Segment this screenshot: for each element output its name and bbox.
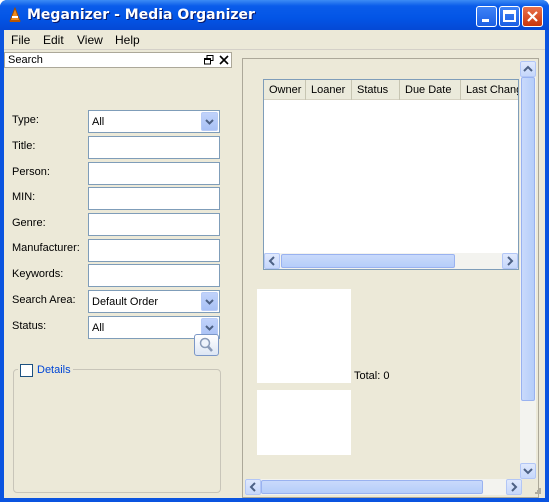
column-status[interactable]: Status [352, 80, 400, 100]
manufacturer-input[interactable] [88, 239, 220, 262]
maximize-button[interactable] [499, 6, 520, 27]
cover-image-front [257, 289, 351, 383]
type-dropdown-button[interactable] [201, 112, 218, 131]
maximize-icon [503, 10, 516, 22]
scroll-left-button[interactable] [264, 253, 280, 269]
details-checkbox[interactable] [20, 363, 33, 377]
chevron-down-icon [205, 119, 214, 125]
chevron-left-icon [268, 256, 275, 266]
details-toggle[interactable]: Details [18, 363, 73, 377]
resize-grip-icon[interactable] [535, 488, 541, 494]
search-area-select[interactable]: Default Order [88, 290, 220, 313]
client-area: File Edit View Help Search Type: All Tit… [4, 30, 545, 498]
person-input[interactable] [88, 162, 220, 185]
vertical-scroll-thumb[interactable] [521, 77, 535, 401]
column-loaner[interactable]: Loaner [306, 80, 352, 100]
magnifier-icon [199, 337, 213, 352]
table-horizontal-scrollbar[interactable] [264, 253, 518, 269]
chevron-up-icon [523, 65, 533, 72]
window-title: Meganizer - Media Organizer [27, 7, 255, 23]
scroll-up-button[interactable] [520, 61, 536, 77]
total-count: Total: 0 [354, 370, 390, 382]
results-panel: Owner Loaner Status Due Date Last Change [242, 58, 539, 498]
chevron-right-icon [511, 482, 518, 492]
search-area-dropdown-button[interactable] [201, 292, 218, 311]
genre-input[interactable] [88, 213, 220, 236]
chevron-down-icon [205, 299, 214, 305]
menu-help[interactable]: Help [115, 33, 140, 47]
table-scroll-thumb[interactable] [281, 254, 455, 268]
column-last-change[interactable]: Last Change [461, 80, 518, 100]
horizontal-scroll-thumb[interactable] [261, 480, 483, 494]
person-label: Person: [12, 166, 50, 178]
title-label: Title: [12, 140, 36, 152]
close-icon [527, 11, 538, 22]
details-label: Details [37, 364, 71, 376]
close-button[interactable] [522, 6, 543, 27]
genre-label: Genre: [12, 217, 46, 229]
horizontal-scrollbar[interactable] [245, 479, 522, 495]
scroll-right-button[interactable] [506, 479, 522, 495]
column-due-date[interactable]: Due Date [400, 80, 461, 100]
search-area-value: Default Order [92, 296, 159, 308]
chevron-right-icon [507, 256, 514, 266]
manufacturer-label: Manufacturer: [12, 242, 80, 254]
scroll-down-button[interactable] [520, 463, 536, 479]
vertical-scrollbar[interactable] [520, 61, 536, 479]
menu-view[interactable]: View [77, 33, 103, 47]
close-panel-icon[interactable] [219, 55, 229, 65]
search-panel-title: Search [8, 54, 43, 66]
min-label: MIN: [12, 191, 36, 203]
cover-image-back [257, 390, 351, 455]
chevron-left-icon [249, 482, 256, 492]
search-area-label: Search Area: [12, 294, 76, 306]
keywords-label: Keywords: [12, 268, 64, 280]
title-bar[interactable]: Meganizer - Media Organizer [0, 0, 549, 30]
restore-panel-icon[interactable] [204, 55, 214, 65]
keywords-input[interactable] [88, 264, 220, 287]
search-panel: Search Type: All Title: Person: MIN: Gen… [4, 52, 232, 498]
details-group [13, 369, 221, 493]
type-value: All [92, 116, 105, 128]
table-header: Owner Loaner Status Due Date Last Change [264, 80, 518, 100]
menu-file[interactable]: File [11, 33, 30, 47]
chevron-down-icon [523, 468, 533, 475]
menu-edit[interactable]: Edit [43, 33, 64, 47]
search-panel-header: Search [4, 52, 232, 68]
app-window: Meganizer - Media Organizer File Edit Vi… [0, 0, 549, 502]
scroll-left-button[interactable] [245, 479, 261, 495]
min-input[interactable] [88, 187, 220, 210]
loans-table[interactable]: Owner Loaner Status Due Date Last Change [263, 79, 519, 270]
column-owner[interactable]: Owner [264, 80, 306, 100]
minimize-icon [482, 19, 489, 22]
type-select[interactable]: All [88, 110, 220, 133]
scroll-right-button[interactable] [502, 253, 518, 269]
status-value: All [92, 322, 105, 334]
minimize-button[interactable] [476, 6, 497, 27]
menu-bar: File Edit View Help [4, 30, 545, 50]
title-input[interactable] [88, 136, 220, 159]
app-icon [9, 7, 21, 22]
status-label: Status: [12, 320, 47, 332]
type-label: Type: [12, 114, 39, 126]
search-button[interactable] [194, 334, 219, 356]
